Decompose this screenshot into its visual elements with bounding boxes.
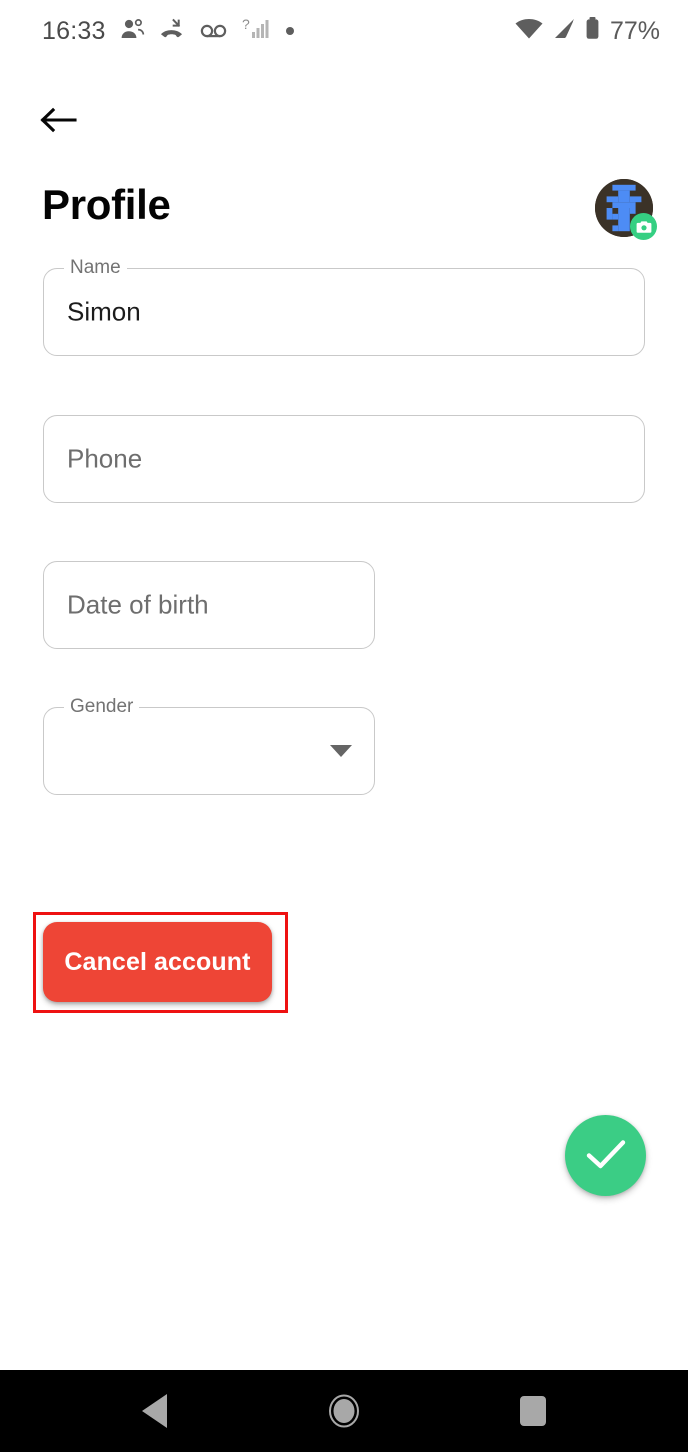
voicemail-icon: [199, 18, 229, 45]
status-clock: 16:33: [42, 16, 106, 45]
nav-home-circle-glyph: [328, 1394, 359, 1428]
dot-icon: [285, 27, 294, 35]
phone-field[interactable]: Phone: [43, 415, 645, 503]
cancel-account-button[interactable]: Cancel account: [43, 922, 272, 1002]
avatar[interactable]: [595, 179, 657, 240]
status-bar: 16:33 ? 77%: [0, 0, 688, 62]
date-of-birth-field[interactable]: Date of birth: [43, 561, 375, 649]
status-bar-right: 77%: [514, 16, 660, 46]
save-fab-button[interactable]: [565, 1115, 646, 1196]
nav-recents-square-glyph: [520, 1396, 547, 1426]
gender-dropdown[interactable]: Gender: [43, 697, 375, 795]
svg-text:?: ?: [242, 17, 250, 32]
check-icon: [585, 1137, 627, 1174]
phone-screen: 16:33 ? 77% Profile Name Simon Phone Dat…: [0, 0, 688, 1452]
battery-percent-label: 77%: [609, 16, 660, 45]
gender-dropdown-label: Gender: [64, 697, 140, 717]
nav-recents-square-icon[interactable]: [488, 1370, 578, 1452]
name-field[interactable]: Name Simon: [43, 258, 645, 356]
nav-back-triangle-icon[interactable]: [110, 1370, 200, 1452]
page-title: Profile: [42, 181, 171, 228]
people-group-icon: [119, 18, 146, 45]
wifi-icon: [514, 17, 544, 46]
name-field-label: Name: [64, 258, 127, 278]
phone-field-placeholder: Phone: [67, 443, 143, 474]
cellular-signal-icon: [551, 17, 577, 46]
battery-icon: [584, 16, 601, 46]
name-field-value: Simon: [67, 296, 141, 327]
android-navigation-bar: [0, 1370, 688, 1452]
signal-unknown-icon: ?: [242, 16, 269, 45]
nav-home-circle-icon[interactable]: [299, 1370, 389, 1452]
status-bar-left: 16:33 ?: [42, 16, 294, 46]
chevron-down-icon[interactable]: [330, 745, 352, 757]
nav-back-triangle-glyph: [142, 1394, 168, 1428]
date-of-birth-field-placeholder: Date of birth: [67, 589, 209, 620]
back-arrow-icon[interactable]: [28, 92, 90, 148]
camera-icon[interactable]: [630, 213, 657, 240]
missed-call-icon: [159, 18, 186, 45]
